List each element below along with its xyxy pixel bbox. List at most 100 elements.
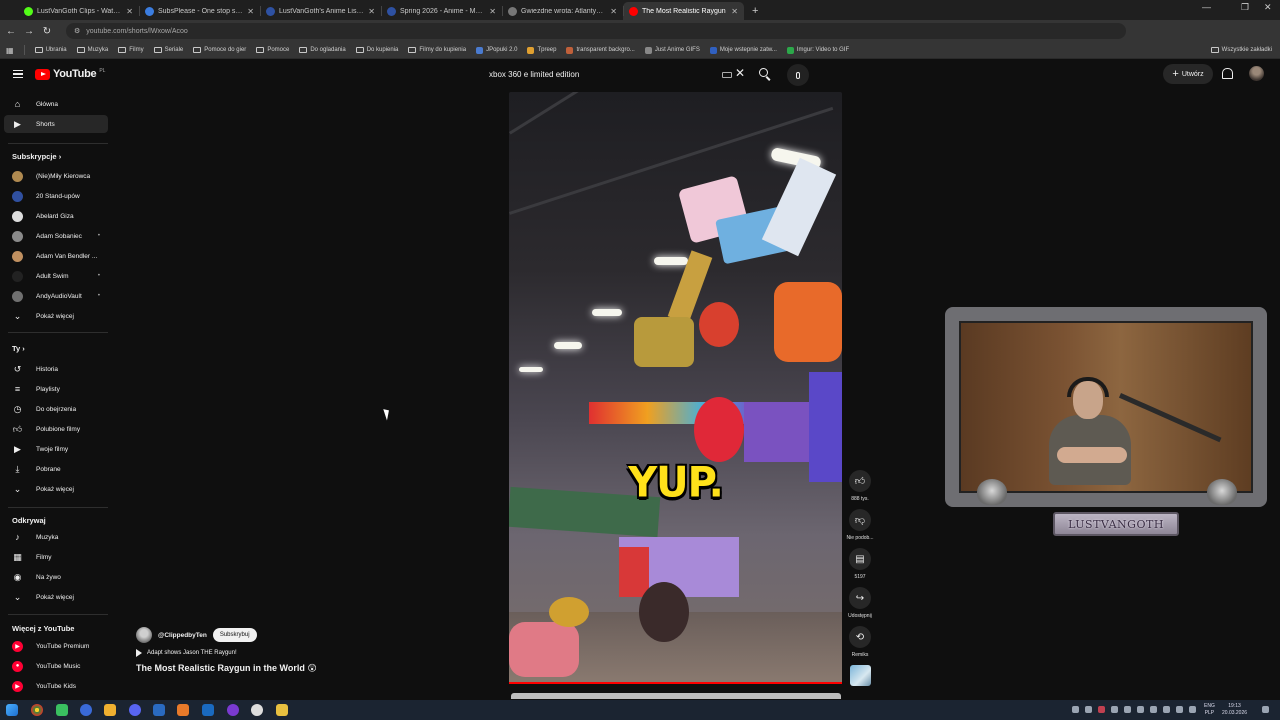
bookmark-item[interactable]: Moje wstepnie zatw... xyxy=(709,46,777,54)
forward-button[interactable]: → xyxy=(20,26,38,37)
tray-icon[interactable] xyxy=(1124,706,1131,713)
tray-icon[interactable] xyxy=(1085,706,1092,713)
voice-search-button[interactable] xyxy=(787,64,809,86)
vlc-icon[interactable] xyxy=(177,704,189,716)
show-more-subscriptions[interactable]: ⌄ Pokaż więcej xyxy=(4,307,108,325)
all-bookmarks-button[interactable]: Wszystkie zakładki xyxy=(1210,47,1272,53)
sidebar-item-subscription[interactable]: Adam Van Bendler ... xyxy=(4,247,108,265)
bookmark-item[interactable]: Pomoce do gier xyxy=(193,47,246,54)
playlist-link[interactable]: Adapt shows Jason THE Raygun! xyxy=(136,649,237,657)
subscriptions-heading[interactable]: Subskrypcje › xyxy=(12,152,61,161)
start-icon[interactable] xyxy=(6,704,18,716)
site-info-icon[interactable]: ⚙ xyxy=(74,27,80,35)
youtube-logo[interactable]: YouTube PL xyxy=(35,68,105,80)
clear-search-icon[interactable]: ✕ xyxy=(735,66,745,80)
steam-icon[interactable] xyxy=(202,704,214,716)
explore-heading[interactable]: Odkrywaj xyxy=(12,516,46,525)
bookmark-item[interactable]: JPopuki 2.0 xyxy=(476,46,517,54)
browser-tab[interactable]: LustVanGoth's Anime List - My ✕ xyxy=(260,2,381,20)
close-window-button[interactable]: ✕ xyxy=(1264,2,1272,13)
sidebar-item-you[interactable]: ⤓ Pobrane xyxy=(4,460,108,478)
app-icon[interactable] xyxy=(153,704,165,716)
spotify-like-icon[interactable] xyxy=(56,704,68,716)
tray-icon[interactable] xyxy=(1163,706,1170,713)
tab-close-icon[interactable]: ✕ xyxy=(368,7,375,16)
tab-close-icon[interactable]: ✕ xyxy=(247,7,254,16)
video-progress-bar[interactable] xyxy=(509,682,842,684)
address-bar[interactable]: ⚙ youtube.com/shorts/lWxow/Acoo xyxy=(66,23,1126,39)
tray-icon[interactable] xyxy=(1072,706,1079,713)
sidebar-item-home[interactable]: ⌂ Główna xyxy=(4,95,108,113)
discord-icon[interactable] xyxy=(129,704,141,716)
hamburger-menu-icon[interactable] xyxy=(13,70,23,78)
language-indicator[interactable]: ENG PLP xyxy=(1204,703,1215,717)
tab-close-icon[interactable]: ✕ xyxy=(610,7,617,16)
create-button[interactable]: + Utwórz xyxy=(1163,64,1213,84)
bookmark-item[interactable]: Filmy xyxy=(118,47,144,54)
browser-tab[interactable]: LustVanGoth Clips - Watch Live ✕ xyxy=(18,2,139,20)
short-video-player[interactable]: YUP. xyxy=(509,92,842,684)
tab-close-icon[interactable]: ✕ xyxy=(731,7,738,16)
sidebar-item-you[interactable]: ≡ Playlisty xyxy=(4,380,108,398)
minimize-button[interactable]: — xyxy=(1202,2,1211,12)
share-button[interactable]: ↪ Udostępnij xyxy=(846,587,874,619)
sidebar-item-explore[interactable]: ♪ Muzyka xyxy=(4,528,108,546)
sidebar-item-more[interactable]: ▶ YouTube Kids xyxy=(4,677,108,695)
new-tab-button[interactable]: + xyxy=(744,2,766,20)
sound-thumbnail[interactable] xyxy=(850,665,871,686)
tray-icon[interactable] xyxy=(1098,706,1105,713)
obs-icon[interactable] xyxy=(251,704,263,716)
microphone-tray-icon[interactable] xyxy=(1137,706,1144,713)
search-icon[interactable] xyxy=(758,67,772,81)
notifications-bell-icon[interactable] xyxy=(1222,68,1233,79)
notifications-icon[interactable] xyxy=(1262,706,1269,713)
tab-close-icon[interactable]: ✕ xyxy=(126,7,133,16)
sidebar-item-you[interactable]: ⌄ Pokaż więcej xyxy=(4,480,108,498)
sidebar-item-explore[interactable]: ▦ Filmy xyxy=(4,548,108,566)
sidebar-item-shorts[interactable]: ▶ Shorts xyxy=(4,115,108,133)
browser-icon[interactable] xyxy=(80,704,92,716)
sidebar-item-you[interactable]: ↺ Historia xyxy=(4,360,108,378)
bookmark-item[interactable]: Ubrania xyxy=(34,47,67,54)
bookmark-item[interactable]: Imgur: Video to GIF xyxy=(786,46,849,54)
sidebar-item-subscription[interactable]: Adult Swim • xyxy=(4,267,108,285)
subscribe-button[interactable]: Subskrybuj xyxy=(212,628,257,642)
bookmark-item[interactable]: Muzyka xyxy=(76,47,108,54)
search-input[interactable]: xbox 360 e limited edition xyxy=(483,65,753,84)
next-short-preview[interactable] xyxy=(511,693,841,699)
browser-tab[interactable]: The Most Realistic Raygun ✕ xyxy=(623,2,744,20)
comments-button[interactable]: ▤ 5197 xyxy=(846,548,874,580)
maximize-button[interactable]: ❐ xyxy=(1241,2,1249,13)
bookmark-item[interactable]: transparent backgro... xyxy=(566,46,635,54)
keyboard-icon[interactable] xyxy=(722,72,732,78)
like-button[interactable]: 👍︎ 888 tys. xyxy=(846,470,874,502)
browser-tab[interactable]: Spring 2026 - Anime - MyAnim ✕ xyxy=(381,2,502,20)
sidebar-item-subscription[interactable]: (Nie)Miły Kierowca xyxy=(4,167,108,185)
file-explorer-icon[interactable] xyxy=(276,704,288,716)
bookmark-item[interactable]: Seriale xyxy=(153,47,183,54)
bookmark-item[interactable]: Do ogladania xyxy=(299,47,346,54)
app-icon[interactable] xyxy=(227,704,239,716)
account-avatar[interactable] xyxy=(1249,66,1264,81)
sidebar-item-you[interactable]: ▶ Twoje filmy xyxy=(4,440,108,458)
bookmark-item[interactable]: Just Anime GIFS xyxy=(644,46,700,54)
browser-tab[interactable]: Gwiezdne wrota: Atlantyda / St ✕ xyxy=(502,2,623,20)
sidebar-item-subscription[interactable]: AndyAudioVault • xyxy=(4,287,108,305)
bookmark-item[interactable]: Tpreep xyxy=(527,46,556,54)
sidebar-item-you[interactable]: 👍︎ Polubione filmy xyxy=(4,420,108,438)
network-icon[interactable] xyxy=(1176,706,1183,713)
tab-close-icon[interactable]: ✕ xyxy=(489,7,496,16)
sidebar-item-more[interactable]: ● YouTube Music xyxy=(4,657,108,675)
sidebar-item-subscription[interactable]: Abelard Giza xyxy=(4,207,108,225)
tray-icon[interactable] xyxy=(1111,706,1118,713)
back-button[interactable]: ← xyxy=(2,26,20,37)
browser-tab[interactable]: SubsPlease - One stop shop for✕ xyxy=(139,2,260,20)
sidebar-item-subscription[interactable]: 20 Stand-upów xyxy=(4,187,108,205)
clock[interactable]: 19:13 20.03.2026 xyxy=(1222,703,1247,717)
chrome-icon[interactable] xyxy=(31,704,43,716)
you-heading[interactable]: Ty › xyxy=(12,344,25,353)
reload-button[interactable]: ↻ xyxy=(38,26,56,37)
more-from-youtube-heading[interactable]: Więcej z YouTube xyxy=(12,624,74,633)
channel-avatar[interactable] xyxy=(136,627,152,643)
channel-handle[interactable]: @ClippedbyTen xyxy=(158,632,207,639)
